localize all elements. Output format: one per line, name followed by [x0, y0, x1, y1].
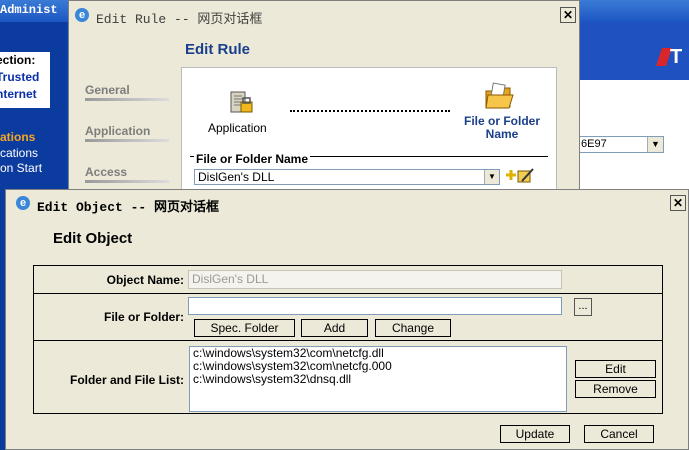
change-button[interactable]: Change — [375, 319, 451, 337]
background-info-line: ection: — [0, 53, 36, 67]
tab-divider — [85, 180, 169, 183]
object-name-label: Object Name: — [106, 273, 184, 287]
application-icon — [230, 91, 253, 113]
tab-application[interactable]: Application — [85, 124, 150, 138]
edit-rule-title-bar[interactable]: e Edit Rule -- 网页对话框 ✕ — [69, 1, 579, 29]
background-info-box: ection: Trusted nternet — [0, 52, 50, 108]
background-section-header: ations — [0, 130, 36, 144]
edit-object-heading: Edit Object — [53, 230, 133, 247]
file-folder-name-label: File or Folder Name — [463, 114, 540, 141]
edit-rule-heading: Edit Rule — [185, 41, 251, 58]
file-or-folder-row: File or Folder: ... Spec. Folder Add Cha… — [34, 294, 662, 341]
rule-tabs: General Application Access — [81, 67, 183, 191]
update-button[interactable]: Update — [500, 425, 570, 443]
folder-icon — [485, 82, 514, 109]
tab-access[interactable]: Access — [85, 165, 127, 179]
tab-divider — [85, 139, 169, 142]
background-sidebar-link[interactable]: on Start — [0, 161, 42, 175]
chevron-down-icon: ▼ — [647, 137, 663, 152]
file-folder-select-value: DislGen's DLL — [198, 170, 275, 184]
object-name-field[interactable]: DislGen's DLL — [188, 270, 562, 289]
file-or-folder-label: File or Folder: — [103, 310, 184, 324]
cancel-button[interactable]: Cancel — [584, 425, 654, 443]
close-button[interactable]: ✕ — [560, 7, 576, 23]
add-edit-icon[interactable] — [505, 167, 535, 185]
spec-folder-button[interactable]: Spec. Folder — [194, 319, 295, 337]
list-item[interactable]: c:\windows\system32\dnsq.dll — [190, 373, 566, 386]
tab-general[interactable]: General — [85, 83, 130, 97]
background-title: Administ — [0, 3, 58, 17]
edit-object-title-bar[interactable]: e Edit Object -- 网页对话框 ✕ — [6, 190, 688, 216]
close-button[interactable]: ✕ — [670, 195, 686, 211]
background-select[interactable]: 6E97 ▼ — [578, 136, 664, 153]
edit-object-title: Edit Object -- 网页对话框 — [37, 200, 220, 215]
connector-dots — [290, 110, 450, 112]
file-listbox[interactable]: c:\windows\system32\com\netcfg.dll c:\wi… — [189, 346, 567, 412]
edit-rule-title: Edit Rule -- 网页对话框 — [96, 12, 263, 27]
rule-panel: Application File or Folder Name File or … — [181, 67, 557, 191]
remove-button[interactable]: Remove — [575, 380, 656, 398]
browse-button[interactable]: ... — [574, 298, 592, 316]
background-logo-text: T — [670, 46, 683, 68]
file-folder-select[interactable]: DislGen's DLL ▼ — [194, 169, 500, 185]
edit-object-dialog: e Edit Object -- 网页对话框 ✕ Edit Object Obj… — [5, 189, 689, 450]
background-select-value: 6E97 — [581, 138, 607, 150]
tab-divider — [85, 98, 169, 101]
fieldset-legend: File or Folder Name — [194, 152, 311, 166]
background-sidebar-link[interactable]: cations — [0, 146, 38, 160]
file-list-row: Folder and File List: c:\windows\system3… — [34, 341, 662, 413]
object-form: Object Name: DislGen's DLL File or Folde… — [33, 265, 663, 414]
edit-rule-dialog: e Edit Rule -- 网页对话框 ✕ Edit Rule General… — [68, 0, 580, 191]
file-or-folder-input[interactable] — [188, 297, 562, 315]
file-list-label: Folder and File List: — [69, 373, 184, 387]
application-label: Application — [208, 121, 267, 135]
ie-icon: e — [75, 8, 89, 22]
object-name-row: Object Name: DislGen's DLL — [34, 266, 662, 294]
background-right-panel — [580, 80, 689, 190]
background-info-line: Trusted — [0, 70, 40, 84]
edit-button[interactable]: Edit — [575, 360, 656, 378]
ie-icon: e — [16, 196, 30, 210]
add-button[interactable]: Add — [301, 319, 368, 337]
background-info-line: nternet — [0, 87, 37, 101]
chevron-down-icon: ▼ — [484, 170, 499, 184]
